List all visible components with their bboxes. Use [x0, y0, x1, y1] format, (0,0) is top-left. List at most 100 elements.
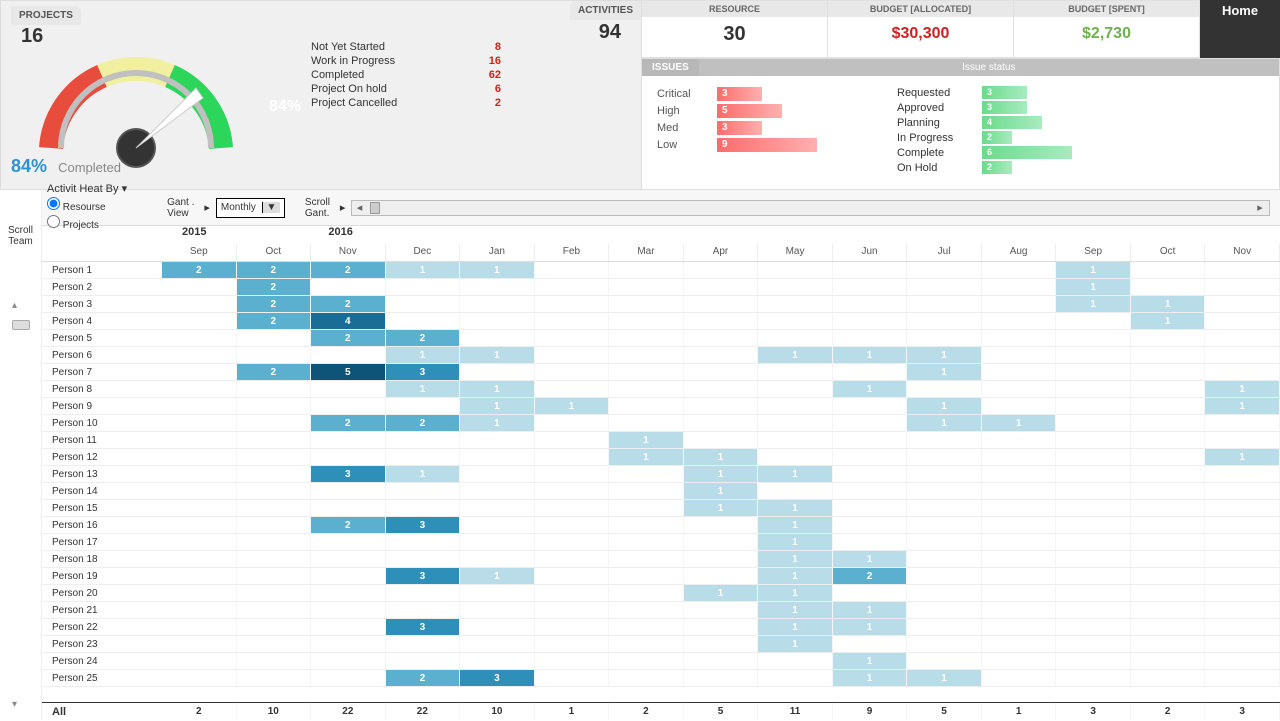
heat-cell — [609, 381, 684, 397]
budget-spent-tab[interactable]: BUDGET [SPENT] — [1014, 1, 1199, 17]
heat-cell: 1 — [833, 551, 908, 567]
projects-tab[interactable]: PROJECTS — [11, 6, 81, 25]
heat-cell — [609, 534, 684, 550]
heat-cell — [833, 296, 908, 312]
heat-cell — [1205, 296, 1280, 312]
scroll-left-icon[interactable]: ◂ — [352, 201, 366, 214]
heat-cell — [162, 466, 237, 482]
heat-cell — [1205, 330, 1280, 346]
heat-cell — [162, 500, 237, 516]
chevron-down-icon: ▼ — [262, 202, 280, 213]
heat-cell — [162, 517, 237, 533]
heat-cell — [237, 381, 312, 397]
heat-cell — [684, 517, 759, 533]
heat-cell: 1 — [386, 381, 461, 397]
heat-cell: 1 — [460, 568, 535, 584]
heat-cell — [758, 415, 833, 431]
heat-cell — [386, 313, 461, 329]
resource-tab[interactable]: RESOURCE — [642, 1, 827, 17]
heat-row: Person 2111 — [42, 602, 1280, 619]
heat-cell — [1056, 381, 1131, 397]
heat-cell — [460, 585, 535, 601]
heat-cell — [386, 602, 461, 618]
budget-allocated-tab[interactable]: BUDGET [ALLOCATED] — [828, 1, 1013, 17]
heat-cell — [609, 398, 684, 414]
heat-cell — [1131, 568, 1206, 584]
view-select[interactable]: Monthly ▼ — [216, 198, 285, 218]
scroll-team-thumb[interactable] — [12, 320, 30, 330]
heat-cell — [1056, 619, 1131, 635]
heat-cell — [311, 398, 386, 414]
heat-cell: 1 — [758, 517, 833, 533]
heat-cell — [535, 585, 610, 601]
row-label: Person 1 — [42, 262, 162, 278]
heat-cell: 4 — [311, 313, 386, 329]
heat-cell — [162, 279, 237, 295]
heat-cell — [162, 381, 237, 397]
heat-row: Person 1511 — [42, 500, 1280, 517]
heat-cell — [982, 398, 1057, 414]
gantt-scrollbar[interactable]: ◂ ▸ — [351, 200, 1270, 216]
heat-cell — [684, 381, 759, 397]
row-label: Person 20 — [42, 585, 162, 601]
gant-view-label: Gant . View — [167, 197, 194, 219]
heat-cell — [460, 330, 535, 346]
heat-cell — [1205, 602, 1280, 618]
heat-cell — [833, 432, 908, 448]
heat-cell — [460, 313, 535, 329]
issue-status-row: Planning4 — [897, 116, 1264, 129]
heat-cell — [609, 364, 684, 380]
heat-cell — [982, 381, 1057, 397]
heat-cell — [237, 398, 312, 414]
heat-row: Person 111 — [42, 432, 1280, 449]
issue-priority-row: Critical3 — [657, 87, 897, 101]
heat-cell: 1 — [1205, 381, 1280, 397]
month-header: Nov — [311, 244, 386, 261]
heat-cell: 2 — [311, 517, 386, 533]
heat-cell — [982, 585, 1057, 601]
heat-row: Person 14 1 — [42, 483, 1280, 500]
heat-cell — [386, 653, 461, 669]
row-label: Person 14 — [42, 483, 162, 499]
heat-cell — [1205, 551, 1280, 567]
activities-tab[interactable]: ACTIVITIES — [570, 1, 641, 20]
year-2016: 2016 — [328, 226, 474, 244]
heat-cell — [162, 347, 237, 363]
total-cell: 5 — [684, 703, 759, 720]
heat-cell — [609, 551, 684, 567]
row-label: Person 6 — [42, 347, 162, 363]
heat-cell: 1 — [460, 347, 535, 363]
heat-cell — [311, 381, 386, 397]
heat-cell — [386, 296, 461, 312]
heat-cell — [311, 483, 386, 499]
heat-cell — [1205, 670, 1280, 686]
row-label: Person 7 — [42, 364, 162, 380]
heat-cell — [758, 279, 833, 295]
heat-cell: 2 — [311, 262, 386, 278]
heat-row: Person 241 — [42, 653, 1280, 670]
scroll-team-up[interactable]: ▴ — [12, 300, 17, 311]
heat-cell: 1 — [833, 619, 908, 635]
heat-cell: 1 — [684, 483, 759, 499]
heat-cell — [982, 262, 1057, 278]
scroll-team-label: Scroll Team — [0, 225, 41, 247]
issue-status-row: On Hold2 — [897, 161, 1264, 174]
heat-cell — [982, 330, 1057, 346]
total-cell: 3 — [1205, 703, 1280, 720]
heat-row: Person 91111 — [42, 398, 1280, 415]
scroll-team-down[interactable]: ▾ — [12, 699, 17, 710]
heat-cell — [684, 636, 759, 652]
heat-cell — [237, 330, 312, 346]
home-button[interactable]: Home — [1200, 0, 1280, 58]
heat-cell — [460, 636, 535, 652]
scroll-right-icon[interactable]: ▸ — [1253, 201, 1267, 214]
heat-cell — [1131, 398, 1206, 414]
scrollbar-thumb[interactable] — [370, 202, 380, 214]
radio-resource[interactable]: Resourse — [47, 197, 127, 215]
heat-cell — [1131, 364, 1206, 380]
heat-row: Person 611111 — [42, 347, 1280, 364]
heat-cell — [1131, 449, 1206, 465]
heat-row: Person 522 — [42, 330, 1280, 347]
issue-status-row: In Progress2 — [897, 131, 1264, 144]
heat-cell — [758, 670, 833, 686]
